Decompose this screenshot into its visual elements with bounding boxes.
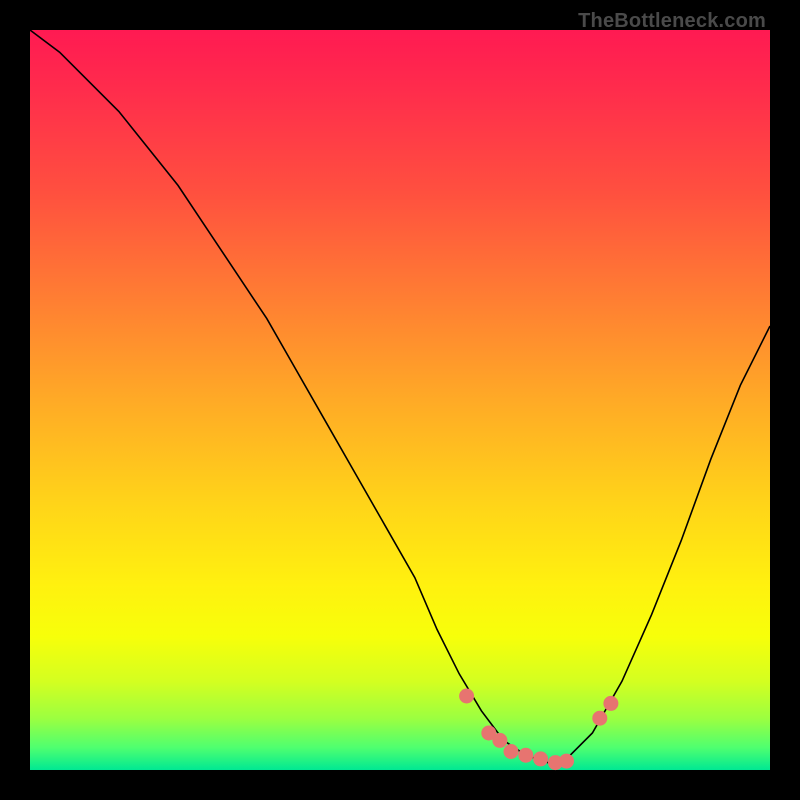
- watermark-text: TheBottleneck.com: [578, 10, 766, 33]
- plot-area: [30, 30, 770, 770]
